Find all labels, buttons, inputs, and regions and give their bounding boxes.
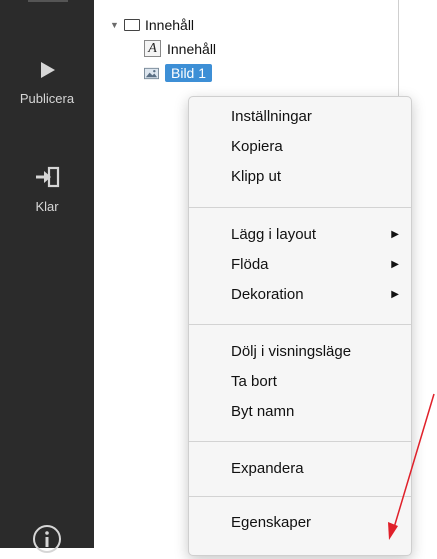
submenu-arrow-icon: ▶ [391,229,399,240]
done-label: Klar [35,199,59,214]
menu-item-label: Kopiera [231,138,283,155]
image-icon [144,67,159,79]
menu-item-label: Dekoration [231,286,304,303]
sidebar-top-edge [28,0,68,6]
container-icon [124,19,140,31]
menu-item-label: Flöda [231,256,269,273]
submenu-arrow-icon: ▶ [391,259,399,270]
menu-item-expand[interactable]: Expandera [189,457,411,481]
menu-item-properties[interactable]: Egenskaper [189,511,411,535]
menu-item-label: Inställningar [231,108,312,125]
info-icon [33,525,61,553]
tree-item-image[interactable]: Bild 1 [144,64,213,82]
menu-item-label: Klipp ut [231,168,282,185]
publish-button[interactable]: Publicera [0,60,94,106]
menu-item-cut[interactable]: Klipp ut [189,165,411,189]
menu-item-flow[interactable]: Flöda ▶ [189,253,411,277]
info-button[interactable] [32,524,62,559]
tree-root-label: Innehåll [145,17,195,33]
tree-item-text[interactable]: A Innehåll [144,40,216,57]
left-sidebar: Publicera Klar [0,0,94,553]
text-frame-icon: A [144,40,161,57]
menu-separator [189,324,411,325]
menu-separator [189,496,411,497]
publish-label: Publicera [19,91,75,106]
menu-item-settings[interactable]: Inställningar [189,105,411,129]
menu-item-copy[interactable]: Kopiera [189,135,411,159]
menu-item-label: Ta bort [231,373,277,390]
menu-item-add-to-layout[interactable]: Lägg i layout ▶ [189,223,411,247]
menu-item-rename[interactable]: Byt namn [189,400,411,424]
tree-item-label: Innehåll [167,40,217,57]
menu-item-label: Egenskaper [231,514,312,531]
exit-door-icon [36,166,60,188]
menu-item-label: Byt namn [231,403,295,420]
done-button[interactable]: Klar [0,166,94,214]
menu-separator [189,207,411,208]
tree-root-row[interactable]: ▼ Innehåll [110,17,194,33]
menu-item-label: Expandera [231,460,304,477]
submenu-arrow-icon: ▶ [391,289,399,300]
expand-triangle-icon[interactable]: ▼ [110,20,124,30]
menu-item-hide-in-view-mode[interactable]: Dölj i visningsläge [189,340,411,364]
menu-item-label: Lägg i layout [231,226,317,243]
menu-item-label: Dölj i visningsläge [231,343,352,360]
play-icon [41,62,55,78]
menu-item-decoration[interactable]: Dekoration ▶ [189,283,411,307]
menu-item-delete[interactable]: Ta bort [189,370,411,394]
context-menu: Inställningar Kopiera Klipp ut Lägg i la… [188,96,412,556]
menu-separator [189,441,411,442]
tree-item-label-selected: Bild 1 [165,64,213,82]
